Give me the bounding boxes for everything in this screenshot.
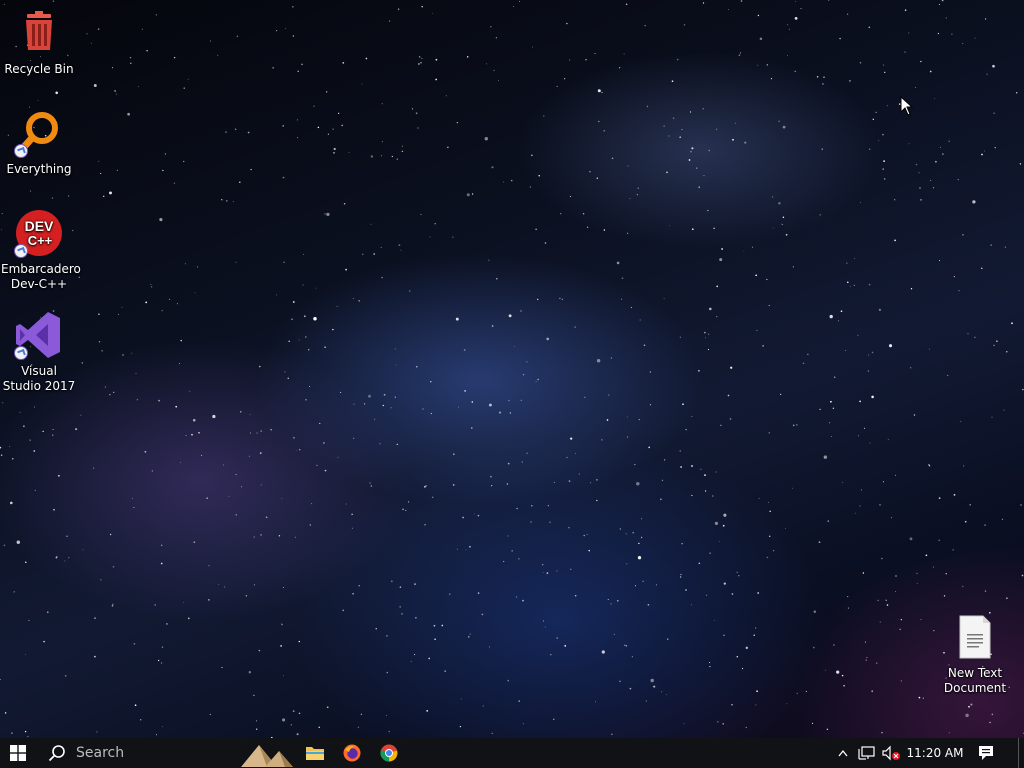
search-icon <box>48 745 65 762</box>
shortcut-arrow-icon <box>14 346 28 360</box>
svg-text:C++: C++ <box>28 233 53 248</box>
devcpp-label: Embarcadero Dev-C++ <box>1 262 81 291</box>
network-icon <box>858 746 875 760</box>
start-button[interactable] <box>0 738 36 768</box>
mouse-pointer-icon <box>900 96 914 116</box>
visual-studio-label: Visual Studio 2017 <box>2 364 76 393</box>
firefox-icon <box>343 744 361 762</box>
new-text-document-label: New Text Document <box>943 666 1007 695</box>
clock-time: 11:20 AM <box>906 746 964 760</box>
visual-studio-icon <box>14 310 64 360</box>
shortcut-arrow-icon <box>14 144 28 158</box>
recycle-bin-label: Recycle Bin <box>4 62 74 76</box>
show-hidden-icons-button[interactable] <box>834 738 852 768</box>
everything-label: Everything <box>6 162 72 176</box>
recycle-bin-icon <box>14 8 64 58</box>
visual-studio-shortcut[interactable]: Visual Studio 2017 <box>1 310 77 394</box>
chevron-up-icon <box>838 749 848 757</box>
taskbar-firefox[interactable] <box>337 738 367 768</box>
devcpp-icon: DEV C++ <box>14 208 64 258</box>
taskbar-pyramids-app[interactable] <box>238 738 296 768</box>
svg-text:DEV: DEV <box>25 218 54 234</box>
everything-shortcut[interactable]: Everything <box>1 108 77 177</box>
desktop[interactable]: Recycle Bin Everything DEV C++ Embarcade… <box>0 0 1024 738</box>
volume-muted-icon <box>882 745 900 761</box>
starfield-wallpaper <box>0 0 1024 738</box>
clock[interactable]: 11:20 AM <box>904 738 966 768</box>
everything-icon <box>14 108 64 158</box>
recycle-bin-shortcut[interactable]: Recycle Bin <box>1 8 77 77</box>
taskbar: Search 11:20 AM <box>0 738 1024 768</box>
new-text-document-file[interactable]: New Text Document <box>937 614 1013 696</box>
action-center-button[interactable] <box>972 738 1000 768</box>
taskbar-chrome[interactable] <box>374 738 404 768</box>
devcpp-shortcut[interactable]: DEV C++ Embarcadero Dev-C++ <box>1 208 81 292</box>
taskbar-search-box[interactable]: Search <box>40 738 236 768</box>
text-document-icon <box>950 614 1000 662</box>
windows-logo-icon <box>10 745 26 761</box>
search-placeholder: Search <box>76 745 125 761</box>
shortcut-arrow-icon <box>14 244 28 258</box>
network-status-button[interactable] <box>856 738 878 768</box>
chrome-icon <box>380 744 398 762</box>
show-desktop-button[interactable] <box>1018 738 1024 768</box>
volume-button[interactable] <box>880 738 902 768</box>
folder-icon <box>306 747 324 760</box>
notification-icon <box>979 746 993 760</box>
taskbar-file-explorer[interactable] <box>300 738 330 768</box>
pyramids-thumbnail-icon <box>239 739 295 767</box>
